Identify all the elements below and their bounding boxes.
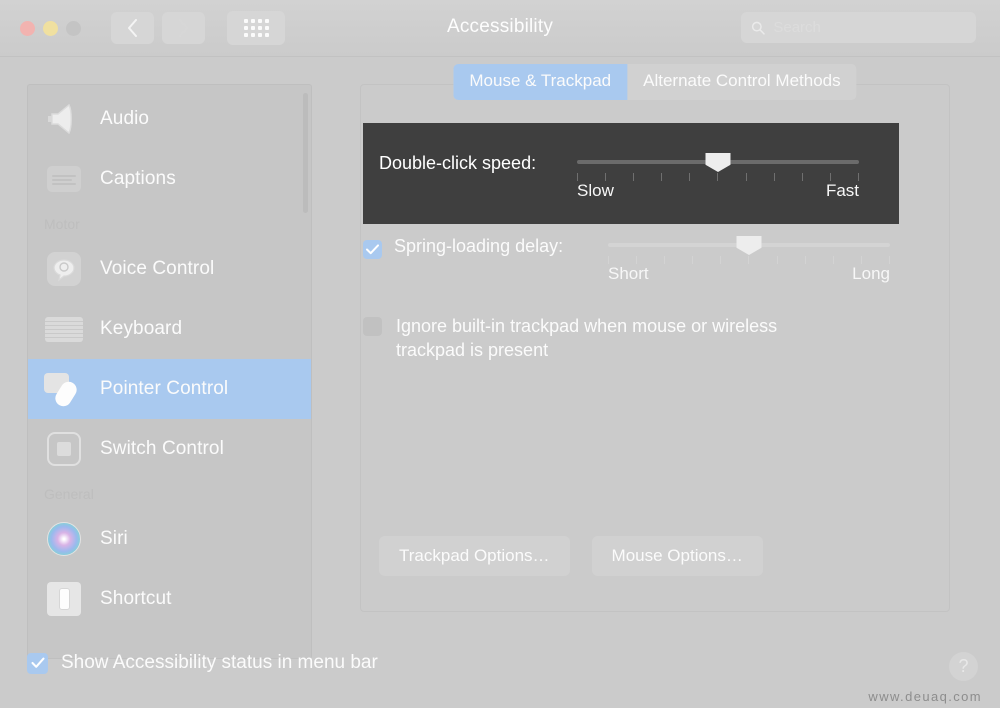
sidebar-item-label: Voice Control	[100, 258, 215, 279]
traffic-lights	[20, 20, 81, 36]
sidebar-item-label: Captions	[100, 168, 176, 189]
slider-ticks	[577, 173, 859, 181]
double-click-speed-row: Double-click speed: Slow Fast	[361, 123, 949, 224]
double-click-speed-label: Double-click speed:	[379, 153, 537, 173]
show-status-label: Show Accessibility status in menu bar	[61, 652, 378, 673]
search-icon	[751, 21, 765, 35]
sidebar-item-audio[interactable]: Audio	[28, 89, 311, 149]
switch-control-icon	[42, 427, 86, 471]
footer-bar: Show Accessibility status in menu bar ? …	[0, 640, 1000, 708]
options-button-row: Trackpad Options… Mouse Options…	[379, 536, 763, 576]
sidebar-item-label: Audio	[100, 108, 150, 129]
spring-loading-label: Spring-loading delay:	[394, 236, 564, 256]
close-button[interactable]	[20, 20, 35, 36]
voice-control-icon	[42, 247, 86, 291]
tab-mouse-trackpad[interactable]: Mouse & Trackpad	[453, 64, 628, 100]
slider-ticks	[608, 256, 890, 264]
trackpad-options-button[interactable]: Trackpad Options…	[379, 536, 570, 576]
slider-min-label: Slow	[577, 181, 614, 200]
pointer-control-icon	[42, 367, 86, 411]
sidebar-item-label: Pointer Control	[100, 378, 229, 399]
sidebar-item-voice-control[interactable]: Voice Control	[28, 239, 311, 299]
tab-bar: Mouse & Trackpad Alternate Control Metho…	[453, 64, 857, 100]
keyboard-icon	[42, 307, 86, 351]
settings-rows: Double-click speed: Slow Fast Spring-loa…	[361, 123, 949, 362]
speaker-icon	[42, 97, 86, 141]
checkmark-icon	[366, 244, 379, 255]
spring-loading-delay-row: Spring-loading delay: Short Long	[361, 224, 949, 304]
slider-thumb[interactable]	[705, 153, 731, 172]
chevron-left-icon	[128, 19, 137, 37]
sidebar-item-label: Shortcut	[100, 588, 172, 609]
title-bar: Accessibility	[0, 0, 1000, 57]
sidebar-section-motor: Motor	[44, 216, 80, 232]
mouse-options-button[interactable]: Mouse Options…	[591, 536, 763, 576]
minimize-button[interactable]	[43, 20, 58, 36]
spring-loading-checkbox[interactable]	[363, 240, 382, 259]
forward-button[interactable]	[162, 12, 205, 44]
ignore-trackpad-checkbox[interactable]	[363, 317, 382, 336]
help-button[interactable]: ?	[949, 652, 978, 681]
show-status-checkbox[interactable]	[27, 652, 48, 674]
sidebar-item-label: Keyboard	[100, 318, 183, 339]
back-button[interactable]	[111, 12, 154, 44]
sidebar-item-captions[interactable]: Captions	[28, 149, 311, 209]
checkmark-icon	[30, 657, 45, 668]
slider-end-labels: Short Long	[608, 264, 890, 284]
siri-icon	[42, 517, 86, 561]
sidebar: Audio Captions Motor Voice Control Keybo…	[27, 84, 312, 659]
sidebar-item-label: Siri	[100, 528, 128, 549]
sidebar-item-shortcut[interactable]: Shortcut	[28, 569, 311, 629]
sidebar-item-switch-control[interactable]: Switch Control	[28, 419, 311, 479]
sidebar-scrollbar[interactable]	[303, 93, 308, 213]
navigation-buttons	[111, 12, 205, 44]
shortcut-icon	[42, 577, 86, 621]
sidebar-section-general: General	[44, 486, 94, 502]
grid-icon	[243, 19, 269, 37]
search-field[interactable]	[741, 12, 976, 43]
sidebar-item-keyboard[interactable]: Keyboard	[28, 299, 311, 359]
show-all-button[interactable]	[227, 11, 285, 45]
slider-min-label: Short	[608, 264, 649, 283]
sidebar-item-label: Switch Control	[100, 438, 224, 459]
sidebar-scroll: Audio Captions Motor Voice Control Keybo…	[28, 85, 311, 658]
ignore-trackpad-row: Ignore built-in trackpad when mouse or w…	[361, 304, 949, 362]
tab-alternate-control-methods[interactable]: Alternate Control Methods	[627, 64, 857, 100]
chevron-right-icon	[179, 19, 188, 37]
settings-panel: Mouse & Trackpad Alternate Control Metho…	[360, 64, 950, 612]
slider-end-labels: Slow Fast	[577, 181, 859, 201]
ignore-trackpad-label: Ignore built-in trackpad when mouse or w…	[396, 316, 778, 360]
content-area: Audio Captions Motor Voice Control Keybo…	[0, 57, 1000, 708]
slider-max-label: Long	[852, 264, 890, 283]
slider-thumb[interactable]	[736, 236, 762, 255]
zoom-button	[66, 20, 81, 36]
preferences-window: Accessibility Audio	[0, 0, 1000, 708]
search-input[interactable]	[773, 19, 966, 36]
watermark: www.deuaq.com	[868, 689, 982, 704]
show-status-row: Show Accessibility status in menu bar	[27, 652, 378, 674]
sidebar-item-pointer-control[interactable]: Pointer Control	[28, 359, 311, 419]
sidebar-item-siri[interactable]: Siri	[28, 509, 311, 569]
captions-icon	[42, 157, 86, 201]
slider-max-label: Fast	[825, 181, 859, 200]
